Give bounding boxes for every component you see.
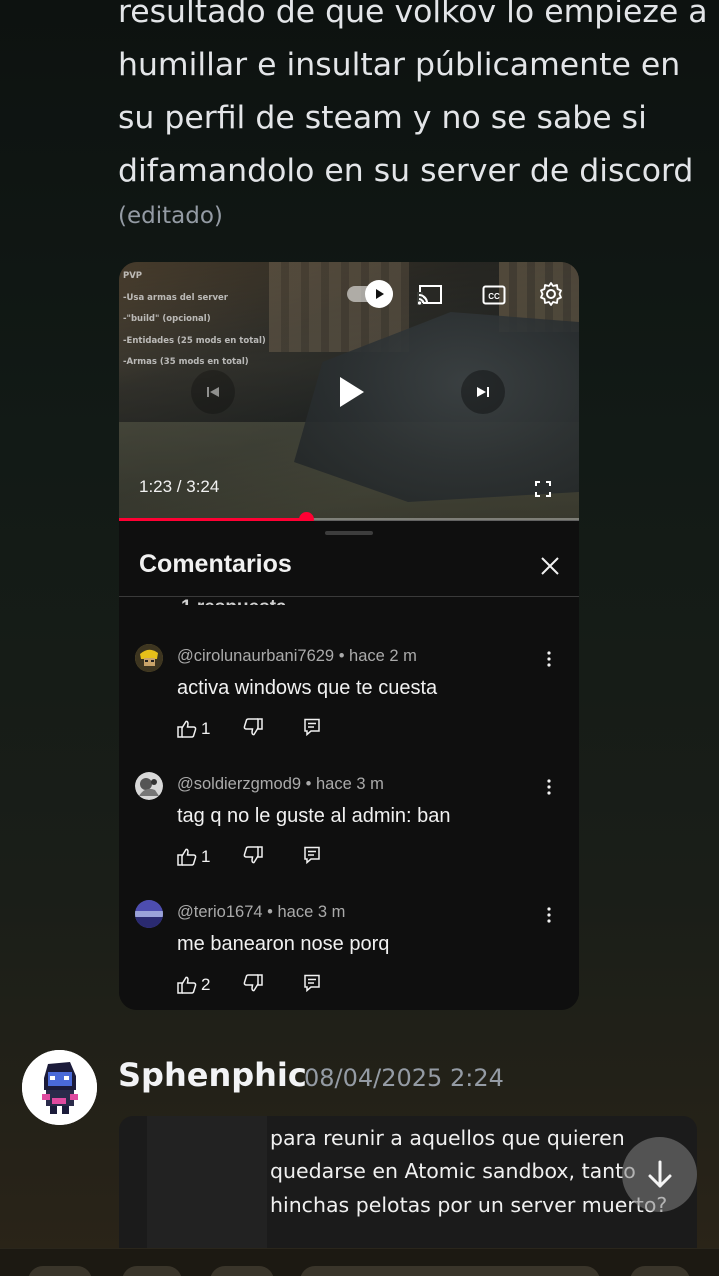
avatar[interactable] <box>22 1050 97 1125</box>
message-input[interactable] <box>300 1266 600 1276</box>
thumbs-up-icon <box>177 848 197 866</box>
skip-next-icon[interactable] <box>461 370 505 414</box>
comment-text: activa windows que te cuesta <box>177 677 438 699</box>
thumbs-up-icon <box>177 976 197 994</box>
reply-icon[interactable] <box>303 974 321 992</box>
overlay-line: -Armas (35 mods en total) <box>123 357 249 367</box>
more-vertical-icon[interactable] <box>543 904 555 926</box>
image-attachment[interactable]: PVP -Usa armas del server -"build" (opci… <box>119 262 579 1010</box>
avatar[interactable] <box>135 644 163 672</box>
video-time: 1:23 / 3:24 <box>139 477 220 496</box>
like-button[interactable]: 1 <box>177 719 210 739</box>
overlay-line: PVP <box>123 271 143 281</box>
jump-to-present-icon[interactable] <box>622 1137 697 1212</box>
gear-icon[interactable] <box>537 280 565 308</box>
skip-previous-icon[interactable] <box>191 370 235 414</box>
nav-button[interactable] <box>28 1266 92 1276</box>
like-count: 1 <box>201 847 211 866</box>
comment-text: tag q no le guste al admin: ban <box>177 805 451 827</box>
thumbs-down-icon[interactable] <box>243 718 263 736</box>
replies-link-label: 1 respuesta <box>181 597 287 605</box>
cast-icon[interactable] <box>415 282 445 308</box>
fullscreen-icon[interactable] <box>532 478 554 500</box>
nav-button[interactable] <box>122 1266 182 1276</box>
avatar[interactable] <box>135 772 163 800</box>
replies-link[interactable]: 1 respuesta <box>181 583 381 605</box>
autoplay-toggle-icon[interactable] <box>365 280 393 308</box>
svg-text:CC: CC <box>488 292 500 301</box>
edited-label: (editado) <box>118 203 223 229</box>
comment-item: @cirolunaurbani7629 • hace 2 m activa wi… <box>119 638 579 766</box>
video-overlay-list: PVP -Usa armas del server -"build" (opci… <box>123 266 266 374</box>
video-player[interactable]: PVP -Usa armas del server -"build" (opci… <box>119 262 579 527</box>
username[interactable]: Sphenphic <box>118 1056 307 1094</box>
more-vertical-icon[interactable] <box>543 648 555 670</box>
comment-meta[interactable]: @terio1674 • hace 3 m <box>177 903 345 922</box>
comment-item: @terio1674 • hace 3 m me banearon nose p… <box>119 894 579 1010</box>
captions-icon[interactable]: CC <box>479 282 509 308</box>
comment-meta[interactable]: @soldierzgmod9 • hace 3 m <box>177 775 384 794</box>
comment-actions: 1 <box>177 846 320 868</box>
thumbs-up-icon <box>177 720 197 738</box>
bottom-nav-bar <box>0 1248 719 1276</box>
comment-actions: 1 <box>177 718 320 740</box>
message-timestamp: 08/04/2025 2:24 <box>304 1064 504 1092</box>
comment-item: @soldierzgmod9 • hace 3 m tag q no le gu… <box>119 766 579 894</box>
close-icon[interactable] <box>539 555 561 577</box>
more-vertical-icon[interactable] <box>543 776 555 798</box>
comment-text: me banearon nose porq <box>177 933 390 955</box>
comment-actions: 2 <box>177 974 320 996</box>
overlay-line: -Usa armas del server <box>123 292 228 303</box>
comments-panel: Comentarios 1 respuesta @cirolunaurbani7… <box>119 521 579 1010</box>
avatar[interactable] <box>135 900 163 928</box>
drag-handle[interactable] <box>325 531 373 535</box>
like-count: 2 <box>201 975 211 994</box>
image-attachment[interactable]: para hablar mierda sobre vos, fue hecho … <box>119 1116 697 1250</box>
comment-meta[interactable]: @cirolunaurbani7629 • hace 2 m <box>177 647 417 666</box>
message-text: resultado de que volkov lo empieze a hum… <box>118 0 708 189</box>
like-button[interactable]: 2 <box>177 975 210 995</box>
thumbs-down-icon[interactable] <box>243 974 263 992</box>
reply-icon[interactable] <box>303 846 321 864</box>
comments-title: Comentarios <box>139 550 292 578</box>
thumbs-down-icon[interactable] <box>243 846 263 864</box>
overlay-line: -"build" (opcional) <box>123 314 211 324</box>
overlay-line: -Entidades (25 mods en total) <box>123 335 266 346</box>
nav-button[interactable] <box>630 1266 690 1276</box>
like-button[interactable]: 1 <box>177 847 210 867</box>
like-count: 1 <box>201 719 211 738</box>
reply-icon[interactable] <box>303 718 321 736</box>
play-icon[interactable] <box>324 365 378 419</box>
image-background <box>147 1116 267 1250</box>
nav-button[interactable] <box>210 1266 274 1276</box>
